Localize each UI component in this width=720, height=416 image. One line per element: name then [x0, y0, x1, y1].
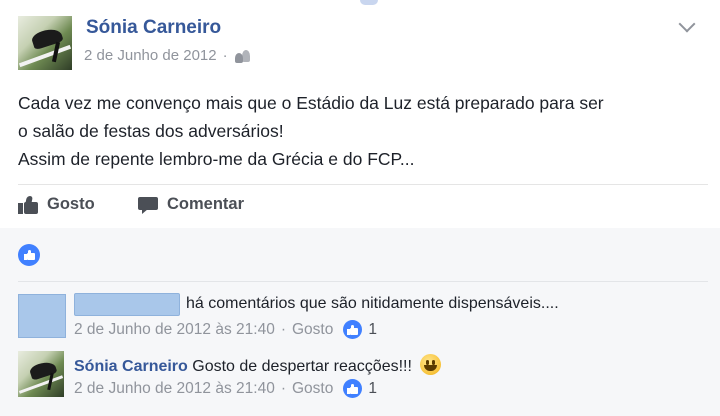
- comment-like-link[interactable]: Gosto: [292, 380, 333, 398]
- comment-meta: 2 de Junho de 2012 às 21:40 · Gosto 1: [74, 320, 377, 339]
- post-meta: 2 de Junho de 2012 ·: [84, 47, 252, 64]
- author-avatar[interactable]: [18, 16, 72, 70]
- like-button-label: Gosto: [47, 195, 95, 213]
- post-text-line: Assim de repente lembro-me da Grécia e d…: [18, 149, 415, 169]
- friends-icon[interactable]: [234, 49, 252, 63]
- comment-button-label: Comentar: [167, 195, 245, 213]
- top-edge-indicator: [360, 0, 378, 5]
- meta-separator: ·: [222, 47, 228, 64]
- comment-like-count[interactable]: 1: [343, 320, 377, 339]
- comment-timestamp[interactable]: 2 de Junho de 2012 às 21:40: [74, 380, 275, 398]
- meta-separator: ·: [280, 379, 286, 397]
- post-author-name[interactable]: Sónia Carneiro: [86, 17, 221, 39]
- actions-divider-top: [18, 184, 708, 185]
- commenter-avatar-redacted[interactable]: [18, 294, 66, 338]
- meta-separator: ·: [280, 320, 286, 338]
- like-count-value: 1: [368, 320, 377, 338]
- comment-like-link[interactable]: Gosto: [292, 321, 333, 339]
- facebook-post: Sónia Carneiro 2 de Junho de 2012 · Cada…: [0, 0, 720, 416]
- comment-author-name[interactable]: Sónia Carneiro: [74, 358, 188, 375]
- chevron-down-icon[interactable]: [678, 15, 696, 33]
- like-reaction-icon: [343, 320, 363, 339]
- comment-meta: 2 de Junho de 2012 às 21:40 · Gosto 1: [74, 379, 377, 398]
- post-text-line: Cada vez me convenço mais que o Estádio …: [18, 93, 604, 113]
- commenter-name-redacted[interactable]: [74, 293, 180, 316]
- like-button[interactable]: Gosto: [18, 195, 95, 214]
- post-text-line: o salão de festas dos adversários!: [18, 121, 284, 141]
- comment-button[interactable]: Comentar: [138, 195, 244, 214]
- comments-divider: [18, 281, 708, 282]
- comment-like-count[interactable]: 1: [343, 379, 377, 398]
- like-reaction-icon: [18, 244, 40, 266]
- smiley-icon: [420, 354, 442, 375]
- like-count-value: 1: [368, 379, 377, 397]
- comment-icon: [138, 196, 158, 214]
- commenter-avatar[interactable]: [18, 351, 64, 397]
- like-reaction-icon: [343, 379, 363, 398]
- comment-body: Gosto de despertar reacções!!!: [192, 358, 412, 375]
- reactions-summary[interactable]: [18, 244, 40, 266]
- comment-text: Sónia Carneiro Gosto de despertar reacçõ…: [74, 354, 442, 376]
- like-icon: [18, 195, 38, 214]
- post-body: Cada vez me convenço mais que o Estádio …: [18, 89, 708, 173]
- comment-body: há comentários que são nitidamente dispe…: [186, 295, 559, 312]
- post-date[interactable]: 2 de Junho de 2012: [84, 47, 217, 64]
- comment-timestamp[interactable]: 2 de Junho de 2012 às 21:40: [74, 321, 275, 339]
- comment-text: há comentários que são nitidamente dispe…: [186, 295, 559, 313]
